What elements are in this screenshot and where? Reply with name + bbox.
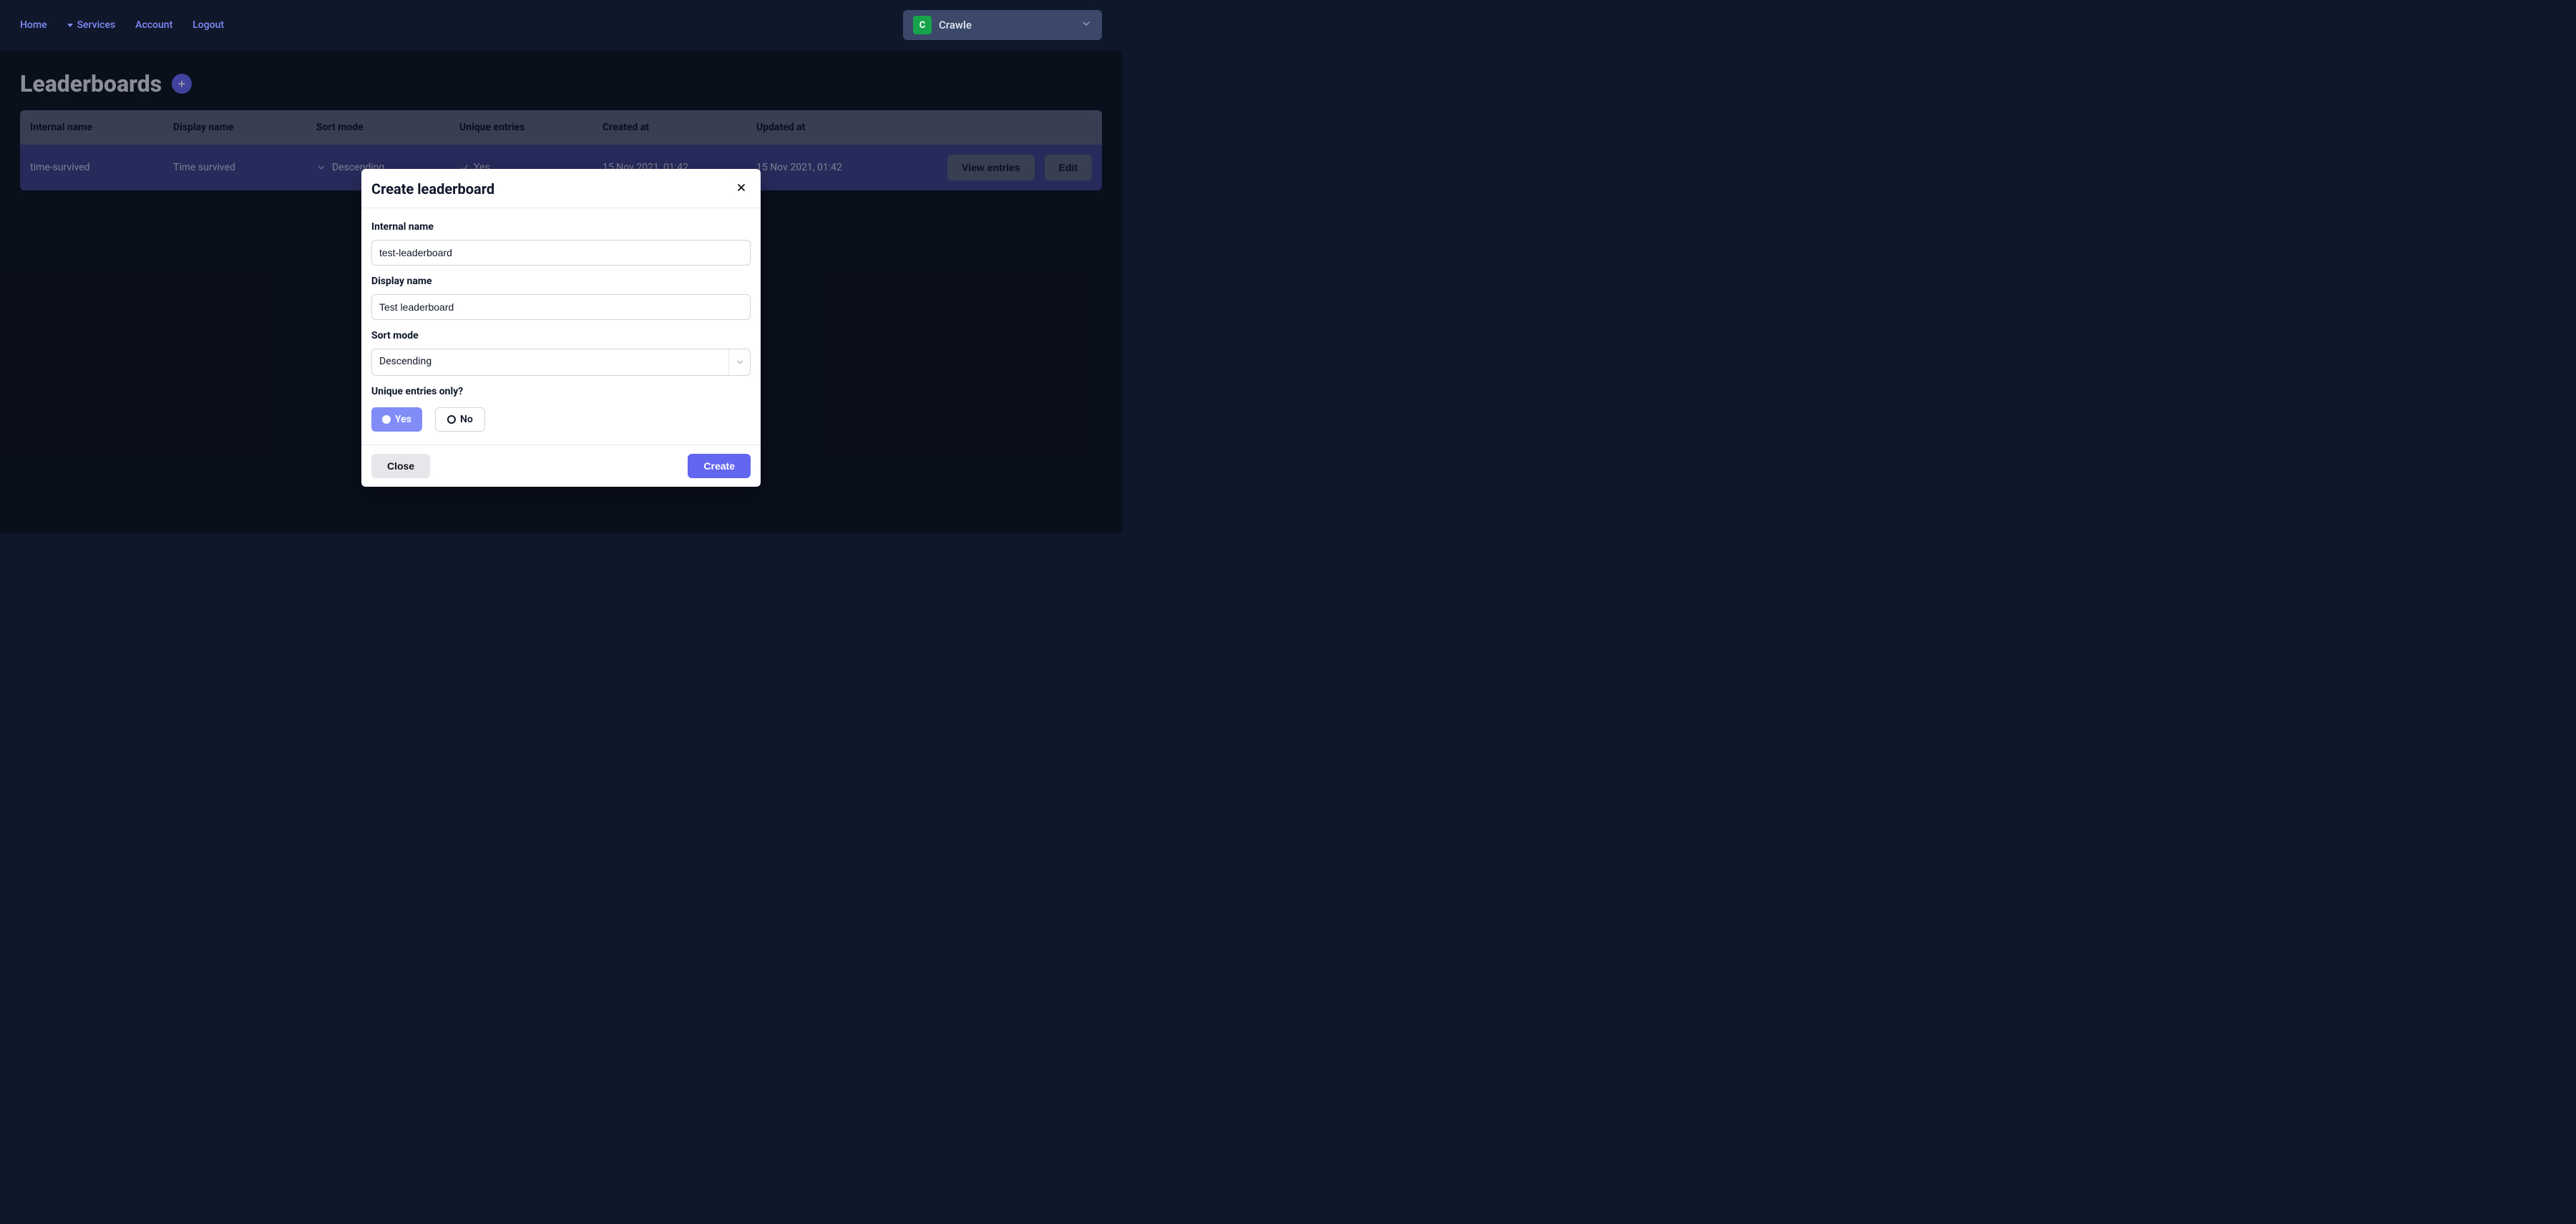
- modal-backdrop: Create leaderboard Internal name Display…: [0, 0, 1122, 533]
- modal-header: Create leaderboard: [361, 169, 761, 208]
- label-sort-mode: Sort mode: [371, 330, 751, 341]
- close-icon: [735, 181, 748, 194]
- modal-body: Internal name Display name Sort mode Des…: [361, 208, 761, 445]
- label-unique-entries: Unique entries only?: [371, 386, 751, 397]
- radio-no-label: No: [460, 414, 473, 425]
- radio-dot-icon: [447, 415, 456, 424]
- modal-footer: Close Create: [361, 445, 761, 487]
- close-button[interactable]: [735, 181, 748, 197]
- label-internal-name: Internal name: [371, 221, 751, 233]
- radio-dot-icon: [382, 415, 391, 424]
- label-display-name: Display name: [371, 276, 751, 287]
- create-button[interactable]: Create: [688, 454, 751, 478]
- radio-yes-label: Yes: [395, 414, 411, 425]
- chevron-down-icon: [728, 349, 750, 375]
- radio-yes[interactable]: Yes: [371, 407, 422, 432]
- radio-no[interactable]: No: [435, 407, 485, 432]
- sort-mode-value: Descending: [372, 349, 728, 375]
- create-leaderboard-modal: Create leaderboard Internal name Display…: [361, 169, 761, 487]
- close-modal-button[interactable]: Close: [371, 454, 430, 478]
- modal-title: Create leaderboard: [371, 180, 494, 198]
- internal-name-field[interactable]: [371, 240, 751, 266]
- sort-mode-select[interactable]: Descending: [371, 349, 751, 376]
- unique-entries-radio: Yes No: [371, 407, 751, 432]
- display-name-field[interactable]: [371, 294, 751, 320]
